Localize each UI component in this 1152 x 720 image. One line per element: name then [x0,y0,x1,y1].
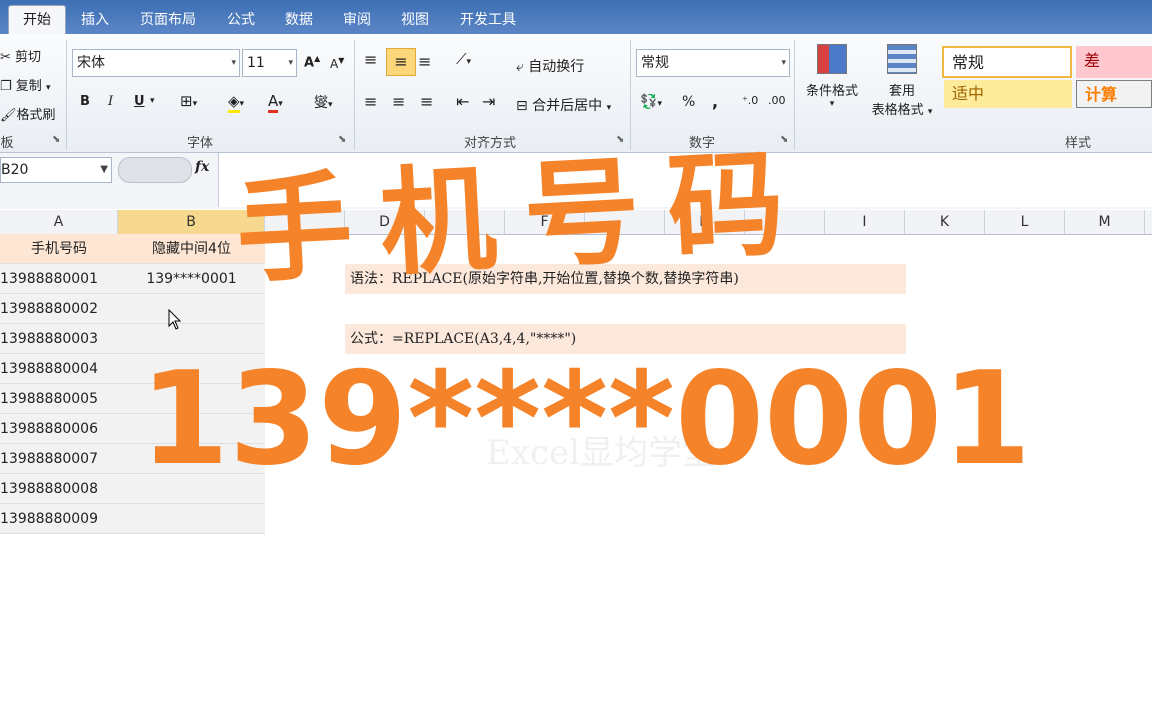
cell-a11[interactable]: 13988880009 [0,504,118,534]
align-top-icon[interactable]: ≡ [364,50,377,69]
style-normal[interactable]: 常规 [942,46,1072,78]
font-size-select[interactable]: 11 ▾ [242,49,297,77]
cut-button[interactable]: ✂ 剪切 [0,46,41,65]
currency-icon: 💱 [640,94,658,110]
orientation-icon: ⟋ [456,50,467,68]
align-left-icon[interactable]: ≡ [364,92,377,111]
format-painter-button[interactable]: 🖌格式刷 [0,104,56,123]
align-center-icon[interactable]: ≡ [392,92,405,111]
style-bad[interactable]: 差 [1076,46,1152,78]
format-as-table-button[interactable]: 套用 表格格式 ▾ [866,44,938,118]
header-cell-phone[interactable]: 手机号码 [0,234,118,264]
tab-developer[interactable]: 开发工具 [448,6,528,34]
accounting-format-button[interactable]: 💱▾ [640,94,662,110]
align-right-icon[interactable]: ≡ [420,92,433,111]
percent-button[interactable]: % [682,94,695,110]
ribbon-tab-bar: 开始 插入 页面布局 公式 数据 审阅 视图 开发工具 [0,0,1152,36]
overlay-example-number: 139****0001 [140,345,1032,494]
tab-view[interactable]: 视图 [390,6,440,34]
font-launcher-icon[interactable]: ⬊ [338,134,346,145]
tab-formulas[interactable]: 公式 [216,6,266,34]
underline-button[interactable]: U [134,94,145,109]
cell-a9[interactable]: 13988880007 [0,444,118,474]
paint-bucket-icon: ◈ [228,92,240,113]
mouse-cursor-icon [168,309,182,330]
number-format-select[interactable]: 常规 ▾ [636,49,790,77]
bold-button[interactable]: B [80,94,90,109]
cell-a5[interactable]: 13988880003 [0,324,118,354]
brush-icon: 🖌 [0,108,17,123]
borders-button[interactable]: ⊞▾ [180,92,197,110]
decrease-decimal-icon[interactable]: .00 [768,94,786,107]
conditional-format-button[interactable]: 条件格式 ▾ [802,44,862,109]
cell-a10[interactable]: 13988880008 [0,474,118,504]
conditional-format-icon [817,44,847,74]
clipboard-launcher-icon[interactable]: ⬊ [52,134,60,145]
divider [630,40,631,150]
chevron-down-icon[interactable]: ▾ [150,96,155,106]
formula-bar-resize-handle[interactable] [118,157,192,183]
table-format-icon [887,44,917,74]
column-header-l[interactable]: L [985,210,1065,234]
font-color-icon: A [268,92,279,113]
italic-button[interactable]: I [108,94,113,109]
comma-button[interactable]: , [712,92,718,111]
chevron-down-icon: ▾ [288,58,293,68]
shrink-font-button[interactable]: A▼ [330,56,344,71]
cell-a7[interactable]: 13988880005 [0,384,118,414]
tab-review[interactable]: 审阅 [332,6,382,34]
border-grid-icon: ⊞ [180,92,193,110]
column-header-m[interactable]: M [1065,210,1145,234]
fill-color-button[interactable]: ◈▾ [228,92,244,113]
style-neutral[interactable]: 适中 [944,80,1072,108]
chevron-down-icon: ▾ [231,58,236,68]
ribbon: ✂ 剪切 ❐ 复制 ▾ 🖌格式刷 板 ⬊ 宋体 ▾ 11 ▾ A▲ A▼ B I U… [0,34,1152,153]
copy-button[interactable]: ❐ 复制 ▾ [0,75,50,94]
tab-data[interactable]: 数据 [274,6,324,34]
tab-insert[interactable]: 插入 [70,6,120,34]
tab-home[interactable]: 开始 [8,5,66,36]
chevron-down-icon: ▾ [781,58,786,68]
font-group-label: 字体 [186,136,213,151]
cell-a8[interactable]: 13988880006 [0,414,118,444]
phonetic-icon: 燮 [314,95,328,111]
tab-page-layout[interactable]: 页面布局 [128,6,208,34]
merge-center-button[interactable]: ⊟ 合并后居中 ▾ [516,95,611,115]
increase-indent-icon[interactable]: ⇥ [482,92,495,111]
copy-icon: ❐ [0,79,12,94]
clipboard-group-label: 板 [0,136,14,151]
wrap-text-button[interactable]: ⤶ 自动换行 [516,56,584,76]
style-calculation[interactable]: 计算 [1076,80,1152,108]
merge-icon: ⊟ [516,98,528,114]
align-bottom-icon[interactable]: ≡ [418,52,431,71]
cell-a3[interactable]: 13988880001 [0,264,118,294]
divider [66,40,67,150]
font-color-button[interactable]: A▾ [268,92,283,113]
cell-b11[interactable] [118,504,265,534]
orientation-button[interactable]: ⟋▾ [456,50,471,68]
cell-a6[interactable]: 13988880004 [0,354,118,384]
wrap-text-icon: ⤶ [516,59,524,75]
styles-group-label: 样式 [1064,136,1091,151]
grow-font-button[interactable]: A▲ [304,54,320,70]
font-name-select[interactable]: 宋体 ▾ [72,49,240,77]
name-box[interactable]: B20 ▼ [0,157,112,183]
decrease-indent-icon[interactable]: ⇤ [456,92,469,111]
cell-a4[interactable]: 13988880002 [0,294,118,324]
scissors-icon: ✂ [0,50,11,65]
increase-decimal-icon[interactable]: ⁺.0 [742,94,758,107]
phonetic-button[interactable]: 燮▾ [314,92,333,112]
column-header-j[interactable]: I [825,210,905,234]
chevron-down-icon: ▼ [100,164,108,175]
insert-function-icon[interactable]: fx [195,159,209,175]
column-header-a[interactable]: A [0,210,118,234]
divider [354,40,355,150]
align-middle-icon[interactable]: ≡ [386,48,416,76]
column-header-k[interactable]: K [905,210,985,234]
